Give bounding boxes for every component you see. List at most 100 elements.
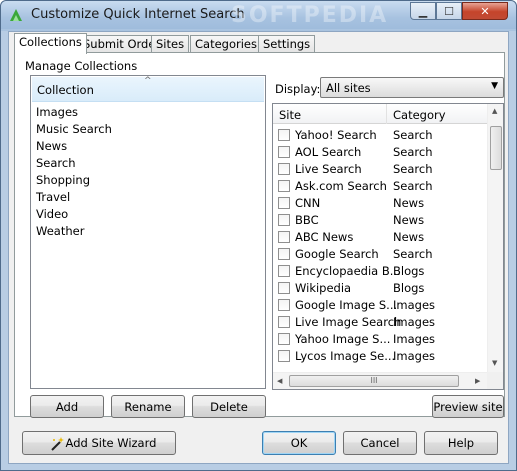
add-site-wizard-button[interactable]: Add Site Wizard xyxy=(22,431,176,455)
app-logo-icon xyxy=(10,9,22,21)
site-row[interactable]: Google Search Search xyxy=(273,246,487,263)
site-row[interactable]: Google Image S... Images xyxy=(273,297,487,314)
site-checkbox[interactable] xyxy=(278,129,290,141)
horizontal-scrollbar[interactable]: ◀ III ▶ xyxy=(273,372,487,389)
rename-collection-button[interactable]: Rename xyxy=(111,395,185,418)
site-name: Google Image S... xyxy=(295,298,398,312)
site-row[interactable]: Encyclopaedia B... Blogs xyxy=(273,263,487,280)
title-bar[interactable]: Customize Quick Internet Search SOFTPEDI… xyxy=(1,1,516,29)
collection-item[interactable]: Travel xyxy=(36,190,70,204)
site-category: Search xyxy=(393,247,433,261)
site-row[interactable]: CNN News xyxy=(273,195,487,212)
tab-collections[interactable]: Collections xyxy=(14,33,87,54)
site-checkbox[interactable] xyxy=(278,214,290,226)
dialog-window: Customize Quick Internet Search SOFTPEDI… xyxy=(0,0,517,471)
help-button[interactable]: Help xyxy=(424,431,498,455)
site-row[interactable]: Wikipedia Blogs xyxy=(273,280,487,297)
sort-ascending-icon: ^ xyxy=(144,76,152,86)
site-category: Blogs xyxy=(393,264,425,278)
collection-item[interactable]: Weather xyxy=(36,224,84,238)
site-checkbox[interactable] xyxy=(278,333,290,345)
site-checkbox[interactable] xyxy=(278,231,290,243)
scroll-down-icon[interactable]: ▼ xyxy=(492,359,497,367)
site-checkbox[interactable] xyxy=(278,282,290,294)
site-checkbox[interactable] xyxy=(278,248,290,260)
site-row[interactable]: Yahoo! Search Search xyxy=(273,127,487,144)
site-name: Google Search xyxy=(295,247,379,261)
collection-list[interactable]: ^ Collection Images Music Search News Se… xyxy=(30,75,266,389)
site-checkbox[interactable] xyxy=(278,180,290,192)
site-category: Images xyxy=(393,332,436,346)
site-checkbox[interactable] xyxy=(278,316,290,328)
collection-item[interactable]: Shopping xyxy=(36,173,90,187)
display-selected-value: All sites xyxy=(326,81,371,95)
manage-collections-label: Manage Collections xyxy=(25,59,138,73)
site-name: BBC xyxy=(295,213,319,227)
site-category: Blogs xyxy=(393,281,425,295)
close-button[interactable]: ✕ xyxy=(462,2,508,20)
site-name: Live Search xyxy=(295,162,362,176)
maximize-button[interactable]: ☐ xyxy=(436,2,462,20)
delete-collection-button[interactable]: Delete xyxy=(192,395,266,418)
ok-button[interactable]: OK xyxy=(262,431,336,455)
site-checkbox[interactable] xyxy=(278,197,290,209)
column-header-category[interactable]: Category xyxy=(393,108,446,122)
site-category: Search xyxy=(393,179,433,193)
collection-item[interactable]: News xyxy=(36,139,67,153)
display-dropdown[interactable]: All sites ▼ xyxy=(320,77,504,98)
site-name: Yahoo! Search xyxy=(295,128,377,142)
preview-site-button[interactable]: Preview site xyxy=(432,395,504,418)
site-row[interactable]: Ask.com Search Search xyxy=(273,178,487,195)
column-header-site[interactable]: Site xyxy=(279,108,301,122)
site-row[interactable]: ABC News News xyxy=(273,229,487,246)
watermark: SOFTPEDIA xyxy=(231,3,389,28)
site-name: CNN xyxy=(295,196,321,210)
vertical-scrollbar[interactable]: ▲ ▼ xyxy=(487,104,503,372)
site-name: ABC News xyxy=(295,230,354,244)
tab-settings[interactable]: Settings xyxy=(258,35,316,53)
site-row[interactable]: Live Image Search Images xyxy=(273,314,487,331)
site-checkbox[interactable] xyxy=(278,299,290,311)
scroll-right-icon[interactable]: ▶ xyxy=(475,377,480,385)
collection-column-header[interactable]: ^ Collection xyxy=(32,76,264,102)
horizontal-scroll-thumb[interactable]: III xyxy=(289,375,459,387)
column-divider[interactable] xyxy=(386,104,387,124)
minimize-button[interactable]: ▁ xyxy=(410,2,436,20)
site-row[interactable]: BBC News xyxy=(273,212,487,229)
collection-item[interactable]: Music Search xyxy=(36,122,112,136)
scroll-left-icon[interactable]: ◀ xyxy=(277,377,282,385)
manage-collections-group: Manage Collections ^ Collection Images M… xyxy=(23,59,504,418)
site-row[interactable]: Live Search Search xyxy=(273,161,487,178)
add-site-wizard-label: Add Site Wizard xyxy=(65,436,157,450)
collection-header-label: Collection xyxy=(37,83,94,97)
window-title: Customize Quick Internet Search xyxy=(31,7,245,22)
tab-categories[interactable]: Categories xyxy=(190,35,262,53)
magic-wand-icon xyxy=(51,437,64,451)
site-checkbox[interactable] xyxy=(278,163,290,175)
site-name: Live Image Search xyxy=(295,315,402,329)
collection-item[interactable]: Images xyxy=(36,105,78,119)
add-collection-button[interactable]: Add xyxy=(30,395,104,418)
site-row[interactable]: Yahoo Image S... Images xyxy=(273,331,487,348)
dialog-client: Collections Submit Order Sites Categorie… xyxy=(8,31,509,464)
site-category: News xyxy=(393,196,425,210)
vertical-scroll-thumb[interactable] xyxy=(490,126,502,170)
site-checkbox[interactable] xyxy=(278,350,290,362)
site-category: Search xyxy=(393,145,433,159)
site-category: Images xyxy=(393,315,436,329)
site-row[interactable]: AOL Search Search xyxy=(273,144,487,161)
collections-panel: Manage Collections ^ Collection Images M… xyxy=(14,52,505,418)
site-name: Wikipedia xyxy=(295,281,352,295)
site-name: Lycos Image Se... xyxy=(295,349,396,363)
tab-sites[interactable]: Sites xyxy=(151,35,190,53)
site-row[interactable]: Lycos Image Se... Images xyxy=(273,348,487,365)
site-checkbox[interactable] xyxy=(278,146,290,158)
cancel-button[interactable]: Cancel xyxy=(343,431,417,455)
collection-item[interactable]: Search xyxy=(36,156,76,170)
scroll-up-icon[interactable]: ▲ xyxy=(492,107,497,115)
display-label: Display: xyxy=(275,82,321,96)
collection-item[interactable]: Video xyxy=(36,207,68,221)
site-list[interactable]: Site Category Yahoo! Search Search AOL S… xyxy=(272,103,504,390)
scrollbar-corner xyxy=(487,372,503,389)
site-checkbox[interactable] xyxy=(278,265,290,277)
